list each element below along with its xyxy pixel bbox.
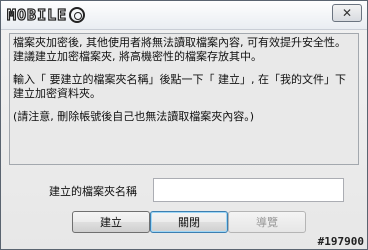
close-icon: ✕ xyxy=(341,6,353,20)
app-logo: MOBILE xyxy=(6,5,86,25)
close-window-button[interactable]: ✕ xyxy=(332,4,362,22)
info-message-box: 檔案夾加密後, 其他使用者將無法讀取檔案內容, 可有效提升安全性。 建議建立加密… xyxy=(9,33,359,165)
folder-name-label: 建立的檔案夾名稱 xyxy=(49,185,137,198)
dialog-window: MOBILE ✕ 檔案夾加密後, 其他使用者將無法讀取檔案內容, 可有效提升安全… xyxy=(0,0,368,250)
message-line-3: 輸入「 要建立的檔案夾名稱」後點一下「 建立」, 在「我的文件」下建立加密資料夾… xyxy=(13,73,346,100)
message-line-2: 建議建立加密檔案夾, 將高機密性的檔案存放其中。 xyxy=(13,50,262,63)
folder-name-input[interactable] xyxy=(153,178,344,202)
create-button[interactable]: 建立 xyxy=(72,211,150,233)
title-bar: MOBILE ✕ xyxy=(1,1,367,30)
logo-text: MOBILE xyxy=(6,5,68,24)
watermark-id: #197900 xyxy=(317,235,364,248)
message-line-1: 檔案夾加密後, 其他使用者將無法讀取檔案內容, 可有效提升安全性。 xyxy=(13,36,346,49)
message-line-4: (請注意, 刪除帳號後自己也無法讀取檔案夾內容。) xyxy=(13,110,255,123)
logo-emblem-icon xyxy=(69,7,86,23)
close-button[interactable]: 關閉 xyxy=(150,211,228,233)
navigate-button[interactable]: 導覽 xyxy=(228,211,306,233)
